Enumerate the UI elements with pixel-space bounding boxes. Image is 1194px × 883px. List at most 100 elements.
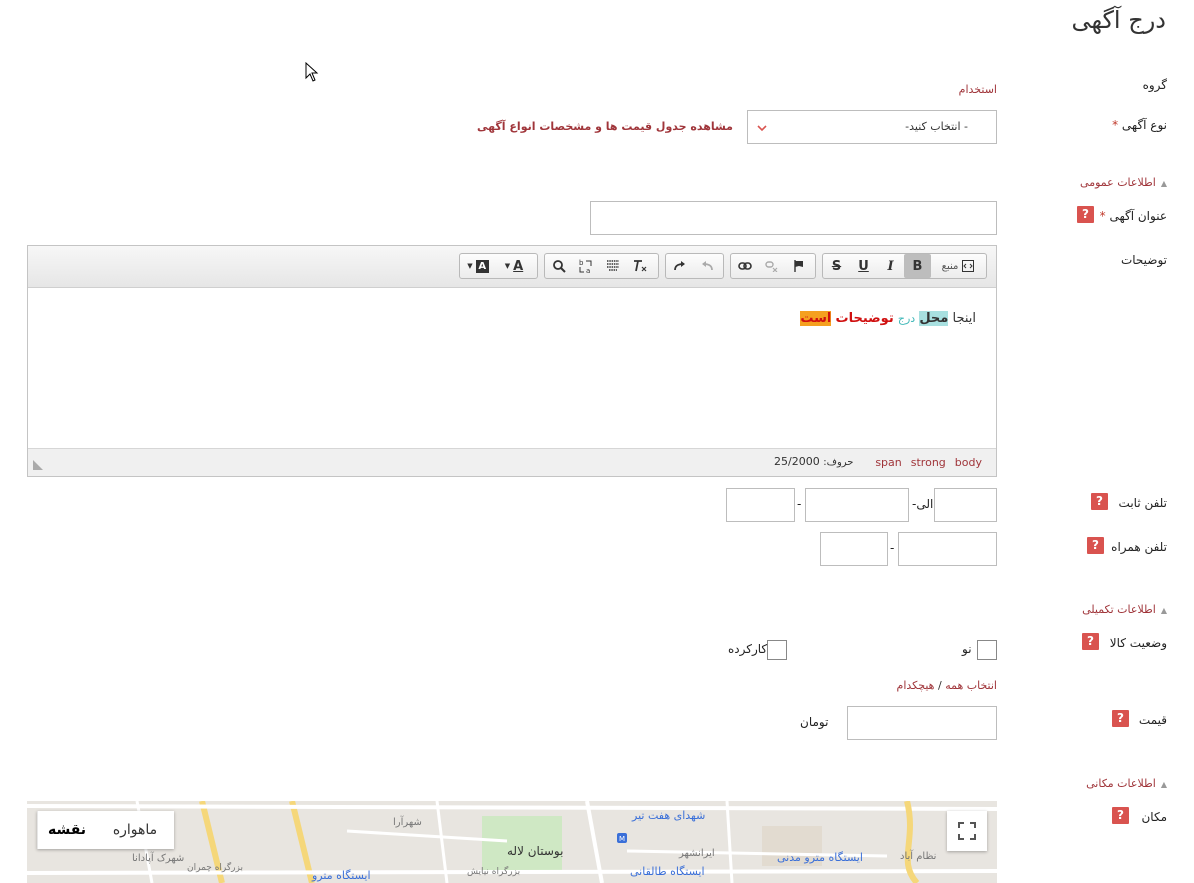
underline-button[interactable]: U <box>850 254 877 278</box>
editor-toolbar: S U I B منبع b a ▼ A ▼ A <box>28 246 996 288</box>
map-label: شهرآرا <box>393 817 422 828</box>
resize-handle-icon[interactable] <box>33 460 43 470</box>
bg-color-icon: A <box>475 259 489 273</box>
anchor-flag-icon[interactable] <box>785 254 812 278</box>
dash: - <box>797 497 802 511</box>
landline-area-code-input[interactable] <box>726 488 795 522</box>
find-icon[interactable] <box>545 254 572 278</box>
required-mark: * <box>1099 209 1106 223</box>
map-label: شهدای هفت تیر <box>632 809 706 822</box>
cursor-icon <box>305 62 319 82</box>
fullscreen-icon <box>958 822 976 840</box>
editor-content[interactable]: اینجا محل درج توضیحات است <box>800 311 976 326</box>
page-title: درج آگهی <box>1071 6 1166 34</box>
map-satellite-button[interactable]: ماهواره <box>96 811 174 849</box>
char-counter-label: حروف: <box>823 457 854 468</box>
redo-icon[interactable] <box>666 254 693 278</box>
map-label: بوستان لاله <box>507 844 564 858</box>
section-extra-text: اطلاعات تکمیلی <box>1082 603 1156 616</box>
section-extra-header[interactable]: ▲ اطلاعات تکمیلی <box>1082 603 1167 616</box>
unlink-icon[interactable] <box>758 254 785 278</box>
toolbar-group-colors: ▼ A ▼ A <box>459 253 538 279</box>
map-label: نظام آباد <box>900 851 937 862</box>
map-label: ایستگاه مترو مدنی <box>777 851 863 864</box>
chevron-down-icon <box>757 125 767 132</box>
description-editor[interactable]: S U I B منبع b a ▼ A ▼ A اینجا محل درج ت… <box>27 245 997 477</box>
landline-number-input[interactable] <box>934 488 997 522</box>
path-strong[interactable]: strong <box>911 456 946 469</box>
landline-range-sep: الی- <box>912 497 933 511</box>
section-location-text: اطلاعات مکانی <box>1086 777 1156 790</box>
group-value-link[interactable]: استخدام <box>959 83 997 96</box>
bg-color-button[interactable]: ▼ A <box>460 254 496 278</box>
location-label: مکان <box>1141 810 1167 824</box>
content-word-orange: است <box>800 311 832 326</box>
select-all-link[interactable]: انتخاب همه <box>945 679 997 692</box>
ad-type-select[interactable]: - انتخاب کنید- <box>747 110 997 144</box>
char-counter-value: 25/2000 <box>774 455 820 468</box>
condition-new-checkbox[interactable] <box>977 640 997 660</box>
price-input[interactable] <box>847 706 997 740</box>
price-label: قیمت <box>1138 713 1167 727</box>
ad-type-label: نوع آگهی * <box>1112 118 1167 132</box>
map-label: ایرانشهر <box>679 848 715 859</box>
path-body[interactable]: body <box>955 456 982 469</box>
ad-title-input[interactable] <box>590 201 997 235</box>
mobile-label: تلفن همراه <box>1111 540 1167 554</box>
path-span[interactable]: span <box>875 456 901 469</box>
svg-text:b: b <box>579 259 584 267</box>
dash: - <box>890 541 895 555</box>
select-all-none: انتخاب همه / هیچکدام <box>897 679 997 692</box>
description-label: توضیحات <box>1120 253 1167 267</box>
source-label: منبع <box>941 260 959 272</box>
help-icon[interactable]: ? <box>1112 710 1129 727</box>
toolbar-group-links <box>730 253 816 279</box>
mobile-prefix-input[interactable] <box>820 532 888 566</box>
map-type-control: ماهواره نقشه <box>37 811 174 849</box>
landline-range-input[interactable] <box>805 488 909 522</box>
map-label: بزرگراه نیایش <box>467 867 521 877</box>
strike-button[interactable]: S <box>823 254 850 278</box>
condition-used-checkbox[interactable] <box>767 640 787 660</box>
group-label: گروه <box>1142 78 1167 92</box>
char-counter: حروف: 25/2000 <box>774 455 853 468</box>
ad-type-select-value: - انتخاب کنید- <box>905 120 968 133</box>
select-none-link[interactable]: هیچکدام <box>897 679 935 692</box>
italic-button[interactable]: I <box>877 254 904 278</box>
mobile-number-input[interactable] <box>898 532 997 566</box>
map-roadmap-button[interactable]: نقشه <box>37 811 96 849</box>
dropdown-arrow-icon: ▼ <box>467 262 473 270</box>
section-general-header[interactable]: ▲ اطلاعات عمومی <box>1080 176 1167 189</box>
editor-statusbar: span strong body حروف: 25/2000 <box>28 448 996 476</box>
content-word: اینجا <box>952 311 976 326</box>
collapse-triangle-icon: ▲ <box>1160 606 1167 615</box>
link-icon[interactable] <box>731 254 758 278</box>
help-icon[interactable]: ? <box>1091 493 1108 510</box>
text-color-button[interactable]: ▼ A <box>496 254 532 278</box>
location-map[interactable]: شهدای هفت تیر بوستان لاله ایستگاه مترو م… <box>27 801 997 883</box>
source-button[interactable]: منبع <box>931 254 986 278</box>
replace-icon[interactable]: ba <box>572 254 599 278</box>
help-icon[interactable]: ? <box>1112 807 1129 824</box>
select-all-icon[interactable] <box>599 254 626 278</box>
svg-text:M: M <box>619 835 625 843</box>
required-mark: * <box>1112 118 1119 132</box>
condition-label: وضعیت کالا <box>1109 636 1167 650</box>
currency-label: تومان <box>800 715 829 729</box>
toolbar-group-history <box>665 253 724 279</box>
content-word-highlight: محل <box>919 311 949 326</box>
fullscreen-button[interactable] <box>947 811 987 851</box>
bold-button[interactable]: B <box>904 254 931 278</box>
help-icon[interactable]: ? <box>1082 633 1099 650</box>
section-location-header[interactable]: ▲ اطلاعات مکانی <box>1086 777 1167 790</box>
ad-title-label-text: عنوان آگهی <box>1109 209 1167 223</box>
remove-format-icon[interactable] <box>626 254 653 278</box>
metro-icon: M <box>617 833 627 843</box>
map-label: بزرگراه چمران <box>187 863 243 873</box>
undo-icon[interactable] <box>693 254 720 278</box>
help-icon[interactable]: ? <box>1077 206 1094 223</box>
collapse-triangle-icon: ▲ <box>1160 179 1167 188</box>
help-icon[interactable]: ? <box>1087 537 1104 554</box>
price-table-link[interactable]: مشاهده جدول قیمت ها و مشخصات انواع آگهی <box>477 120 733 133</box>
content-word-colored: درج <box>897 312 916 325</box>
